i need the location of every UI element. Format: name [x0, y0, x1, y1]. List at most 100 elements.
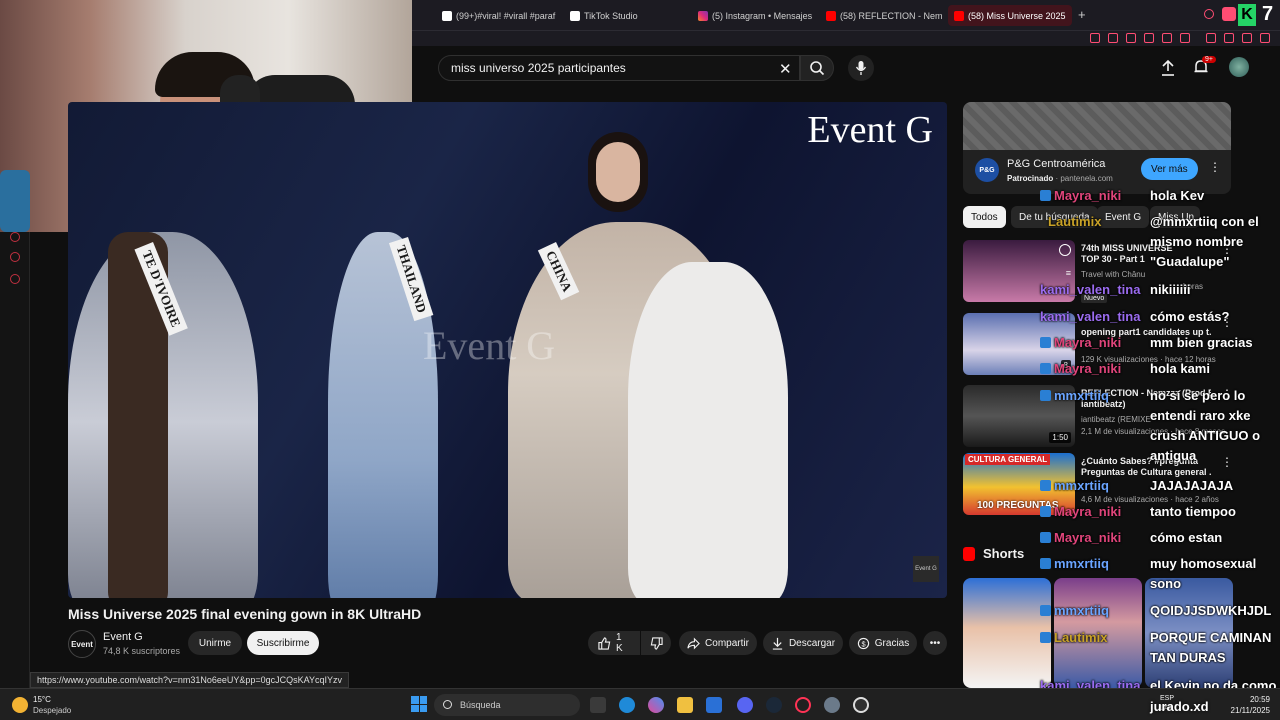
chat-username: Mayra_niki [1054, 530, 1122, 545]
tab-label: (5) Instagram • Mensajes [712, 10, 813, 21]
new-tab-button[interactable]: + [1078, 7, 1086, 22]
settings-icon[interactable] [824, 697, 840, 713]
play-icon[interactable] [1162, 33, 1172, 43]
super-thanks-icon: $ [857, 637, 869, 649]
tab-miss-universe[interactable]: (58) Miss Universe 2025 [948, 5, 1072, 26]
channel-avatar[interactable]: Event [68, 630, 96, 658]
chat-text: JAJAJAJAJA [1150, 478, 1234, 493]
status-url-bar: https://www.youtube.com/watch?v=nm31No6e… [30, 672, 349, 688]
obs-icon[interactable] [853, 697, 869, 713]
tiktok-icon [570, 10, 580, 21]
task-view-icon[interactable] [590, 697, 606, 713]
download-icon[interactable] [1242, 33, 1252, 43]
chat-text: @mmxrtiiq con el mismo nombre "Guadalupe… [1150, 214, 1259, 269]
thanks-button[interactable]: $ Gracias [849, 631, 917, 655]
extension-icon[interactable] [1222, 7, 1236, 21]
share-button[interactable]: Compartir [679, 631, 757, 655]
upload-button[interactable] [1160, 59, 1176, 82]
file-explorer-icon[interactable] [677, 697, 693, 713]
steam-icon[interactable] [766, 697, 782, 713]
windows-logo-tile [411, 704, 419, 712]
start-button[interactable] [411, 696, 427, 712]
chat-username: Mayra_niki [1054, 361, 1122, 376]
chat-username: mmxrtiiq [1054, 478, 1109, 493]
download-button[interactable]: Descargar [763, 631, 843, 655]
chat-message: Mayra_niki hola Kev [1040, 186, 1280, 206]
settings-icon[interactable] [10, 274, 20, 284]
store-icon[interactable] [706, 697, 722, 713]
weather-condition[interactable]: Despejado [33, 706, 71, 715]
channel-corner-logo: Event G [913, 556, 939, 582]
tab-reflection[interactable]: (58) REFLECTION - Nem [820, 5, 944, 26]
search-tabs-icon[interactable] [1204, 9, 1214, 19]
ad-banner-image[interactable] [963, 102, 1231, 150]
channel-name[interactable]: Event G [103, 631, 143, 643]
windows-logo-tile [419, 704, 427, 712]
profile-icon[interactable] [1224, 33, 1234, 43]
tab-tiktok-viral[interactable]: (99+)#viral! #virall #paraf [436, 5, 558, 26]
video-watermark-faded: Event G [423, 323, 556, 368]
subscribe-button[interactable]: Suscribirme [247, 631, 319, 655]
chat-username: mmxrtiiq [1054, 388, 1109, 403]
system-clock[interactable]: 20:59 21/11/2025 [1220, 694, 1270, 716]
chat-text: hola Kev [1150, 188, 1205, 203]
more-actions-button[interactable]: ••• [923, 631, 947, 655]
edge-icon[interactable] [619, 697, 635, 713]
notification-badge: 9+ [1202, 56, 1216, 63]
short-thumbnail[interactable] [963, 578, 1051, 688]
advertiser-name[interactable]: P&G Centroamérica [1007, 158, 1105, 170]
account-avatar[interactable] [1229, 57, 1249, 77]
heart-icon[interactable] [1180, 33, 1190, 43]
chip-all[interactable]: Todos [963, 206, 1006, 228]
chat-text: PORQUE CAMINAN TAN DURAS [1150, 630, 1272, 665]
video-player[interactable]: TE D'IVOIRE THAILAND CHINA Event G Event… [68, 102, 947, 598]
ad-menu-icon[interactable]: ⋮ [1209, 160, 1221, 174]
chat-message: kami_valen_tina cómo estás? [1040, 307, 1280, 327]
badge-icon [1040, 506, 1051, 517]
tab-label: (99+)#viral! #virall #paraf [456, 10, 556, 21]
extensions-icon[interactable] [1206, 33, 1216, 43]
clear-search-icon[interactable]: ✕ [779, 60, 792, 78]
tab-instagram[interactable]: (5) Instagram • Mensajes [692, 5, 816, 26]
widget-icon[interactable] [10, 252, 20, 262]
tab-tiktok-studio[interactable]: TikTok Studio [564, 5, 688, 26]
widget-icon[interactable] [10, 232, 20, 242]
search-icon [810, 61, 825, 76]
contestant-face [596, 142, 640, 202]
search-input[interactable]: miss universo 2025 participantes ✕ [438, 55, 800, 81]
chat-message: Mayra_niki cómo estan [1040, 528, 1280, 548]
opera-gx-icon[interactable] [795, 697, 811, 713]
ad-cta-button[interactable]: Ver más [1141, 158, 1198, 180]
sun-icon[interactable] [12, 697, 28, 713]
taskbar-search[interactable]: Búsqueda [434, 694, 580, 716]
chat-text: no sí se pero lo entendi raro xke crush … [1150, 388, 1261, 463]
chat-text: hola kami [1150, 361, 1210, 376]
weather-temperature[interactable]: 15°C [33, 695, 51, 704]
screenshot-icon[interactable] [1108, 33, 1118, 43]
bookmark-icon[interactable] [1090, 33, 1100, 43]
tiktok-icon [442, 10, 452, 21]
search-icon [443, 700, 452, 709]
badge-icon [1040, 190, 1051, 201]
like-button[interactable]: 1 K [588, 631, 640, 655]
search-button[interactable] [800, 55, 834, 81]
notifications-button[interactable]: 9+ [1192, 56, 1216, 81]
dislike-button[interactable] [641, 631, 671, 655]
stream-chat-overlay: Mayra_niki hola Kev Lautimix @mmxrtiiq con… [1040, 186, 1280, 696]
menu-icon[interactable] [1260, 33, 1270, 43]
shield-icon[interactable] [1126, 33, 1136, 43]
sponsored-label: Patrocinado [1007, 174, 1054, 183]
stream-counter: 7 [1262, 3, 1274, 25]
tab-label: TikTok Studio [584, 10, 638, 21]
copilot-icon[interactable] [648, 697, 664, 713]
discord-icon[interactable] [737, 697, 753, 713]
upload-icon [1162, 59, 1174, 76]
join-button[interactable]: Unirme [188, 631, 242, 655]
advertiser-logo[interactable]: P&G [975, 158, 999, 182]
video-title: Miss Universe 2025 final evening gown in… [68, 606, 422, 622]
chat-message: kami_valen_tina nikiiiiii [1040, 280, 1280, 300]
voice-search-button[interactable] [848, 55, 874, 81]
translate-icon[interactable] [1144, 33, 1154, 43]
thanks-label: Gracias [874, 637, 910, 649]
badge-icon [1040, 337, 1051, 348]
